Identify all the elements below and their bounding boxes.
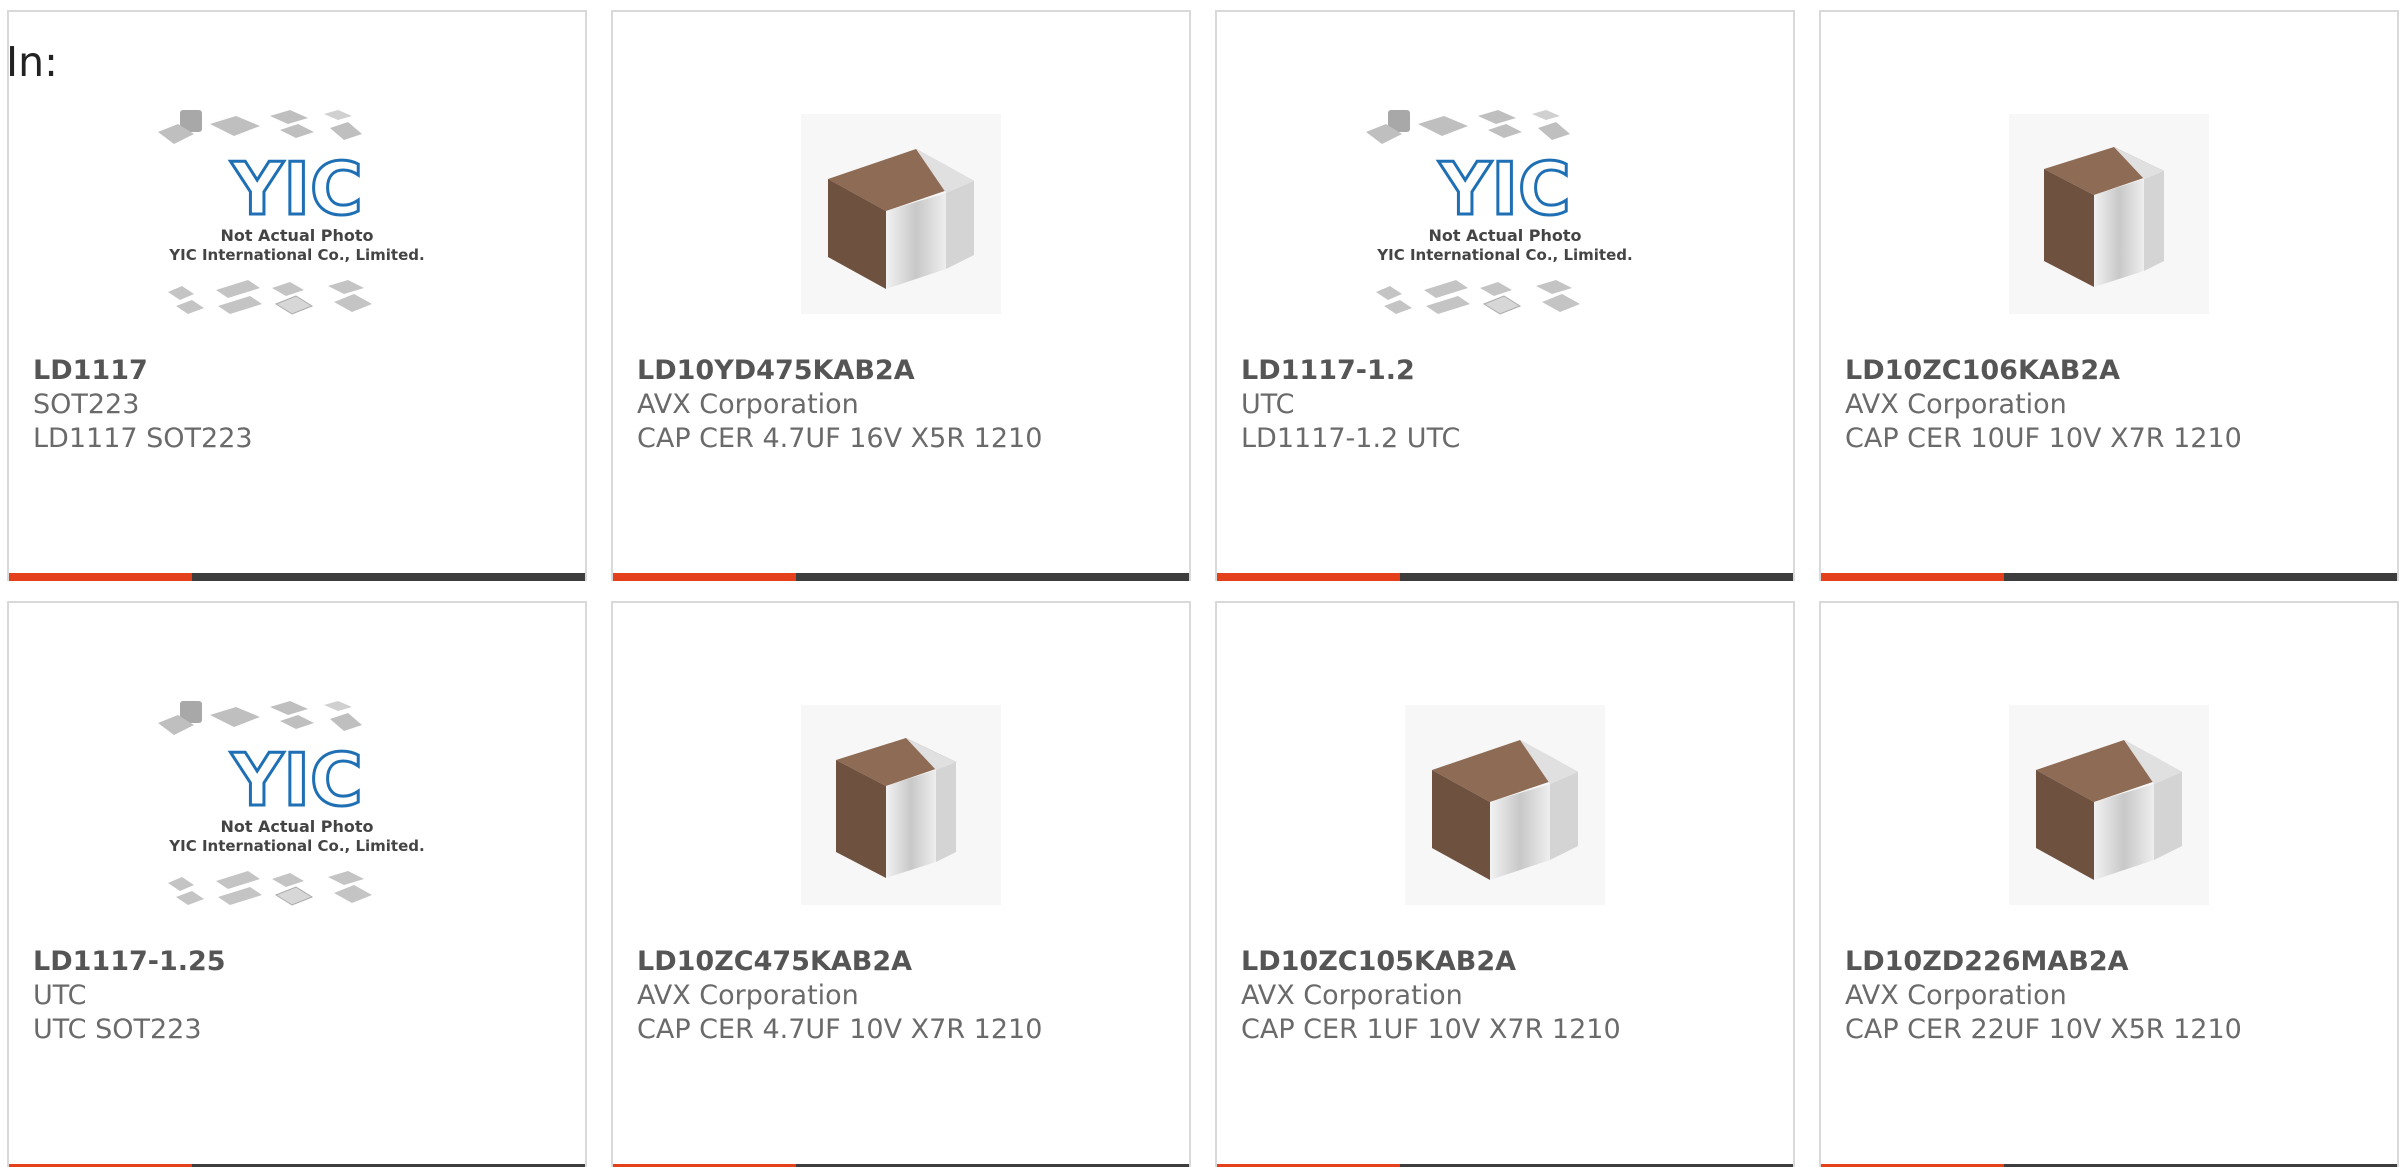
description: CAP CER 22UF 10V X5R 1210	[1845, 1014, 2242, 1045]
part-number[interactable]: LD10ZD226MAB2A	[1845, 945, 2387, 979]
product-info: LD1117-1.25 UTC UTC SOT223	[33, 945, 575, 1047]
card-footer-bar	[9, 573, 585, 581]
product-card[interactable]: LD10ZC106KAB2A AVX Corporation CAP CER 1…	[1819, 10, 2399, 581]
yic-placeholder-icon: YIC Not Actual Photo YIC International C…	[147, 665, 447, 945]
description: CAP CER 4.7UF 16V X5R 1210	[637, 423, 1043, 454]
product-info: LD1117 SOT223 LD1117 SOT223	[33, 354, 575, 456]
manufacturer: AVX Corporation	[1241, 980, 1463, 1011]
manufacturer: UTC	[33, 980, 87, 1011]
product-info: LD10ZC105KAB2A AVX Corporation CAP CER 1…	[1241, 945, 1783, 1047]
card-footer-bar	[613, 573, 1189, 581]
product-info: LD10YD475KAB2A AVX Corporation CAP CER 4…	[637, 354, 1179, 456]
product-info: LD10ZC106KAB2A AVX Corporation CAP CER 1…	[1845, 354, 2387, 456]
description: UTC SOT223	[33, 1014, 202, 1045]
manufacturer: AVX Corporation	[1845, 980, 2067, 1011]
capacitor-icon	[751, 665, 1051, 945]
product-card[interactable]: LD10ZC105KAB2A AVX Corporation CAP CER 1…	[1215, 601, 1795, 1167]
description: LD1117-1.2 UTC	[1241, 423, 1461, 454]
product-card[interactable]: YIC Not Actual Photo YIC International C…	[1215, 10, 1795, 581]
part-number[interactable]: LD10ZC475KAB2A	[637, 945, 1179, 979]
description: LD1117 SOT223	[33, 423, 253, 454]
description: CAP CER 10UF 10V X7R 1210	[1845, 423, 2242, 454]
yic-placeholder-icon: YIC Not Actual Photo YIC International C…	[1355, 74, 1655, 354]
svg-text:Not Actual Photo: Not Actual Photo	[220, 817, 373, 836]
card-footer-bar	[1217, 573, 1793, 581]
product-card[interactable]: LD10YD475KAB2A AVX Corporation CAP CER 4…	[611, 10, 1191, 581]
svg-text:YIC International Co., Limited: YIC International Co., Limited.	[1376, 246, 1632, 264]
manufacturer: AVX Corporation	[1845, 389, 2067, 420]
yic-placeholder-icon: YIC Not Actual Photo YIC International C…	[147, 74, 447, 354]
svg-text:YIC International Co., Limited: YIC International Co., Limited.	[168, 837, 424, 855]
svg-text:Not Actual Photo: Not Actual Photo	[1428, 226, 1581, 245]
product-info: LD10ZC475KAB2A AVX Corporation CAP CER 4…	[637, 945, 1179, 1047]
manufacturer: AVX Corporation	[637, 389, 859, 420]
product-card[interactable]: LD10ZC475KAB2A AVX Corporation CAP CER 4…	[611, 601, 1191, 1167]
in-label: In:	[6, 38, 58, 86]
manufacturer: AVX Corporation	[637, 980, 859, 1011]
product-results-page: In: YIC Not Actual Photo YIC Internation…	[0, 0, 2400, 1167]
product-card[interactable]: YIC Not Actual Photo YIC International C…	[7, 10, 587, 581]
svg-text:YIC: YIC	[230, 147, 363, 231]
part-number[interactable]: LD10ZC106KAB2A	[1845, 354, 2387, 388]
part-number[interactable]: LD10ZC105KAB2A	[1241, 945, 1783, 979]
manufacturer: UTC	[1241, 389, 1295, 420]
capacitor-icon	[1959, 74, 2259, 354]
svg-text:YIC International Co., Limited: YIC International Co., Limited.	[168, 246, 424, 264]
product-card[interactable]: YIC Not Actual Photo YIC International C…	[7, 601, 587, 1167]
capacitor-icon	[1959, 665, 2259, 945]
part-number[interactable]: LD10YD475KAB2A	[637, 354, 1179, 388]
manufacturer: SOT223	[33, 389, 140, 420]
product-info: LD10ZD226MAB2A AVX Corporation CAP CER 2…	[1845, 945, 2387, 1047]
svg-text:Not Actual Photo: Not Actual Photo	[220, 226, 373, 245]
capacitor-icon	[1355, 665, 1655, 945]
part-number[interactable]: LD1117	[33, 354, 575, 388]
svg-text:YIC: YIC	[230, 738, 363, 822]
capacitor-icon	[751, 74, 1051, 354]
product-info: LD1117-1.2 UTC LD1117-1.2 UTC	[1241, 354, 1783, 456]
card-footer-bar	[1821, 573, 2397, 581]
part-number[interactable]: LD1117-1.25	[33, 945, 575, 979]
part-number[interactable]: LD1117-1.2	[1241, 354, 1783, 388]
product-card[interactable]: LD10ZD226MAB2A AVX Corporation CAP CER 2…	[1819, 601, 2399, 1167]
description: CAP CER 4.7UF 10V X7R 1210	[637, 1014, 1043, 1045]
product-grid: YIC Not Actual Photo YIC International C…	[7, 10, 2399, 1167]
description: CAP CER 1UF 10V X7R 1210	[1241, 1014, 1621, 1045]
svg-text:YIC: YIC	[1438, 147, 1571, 231]
